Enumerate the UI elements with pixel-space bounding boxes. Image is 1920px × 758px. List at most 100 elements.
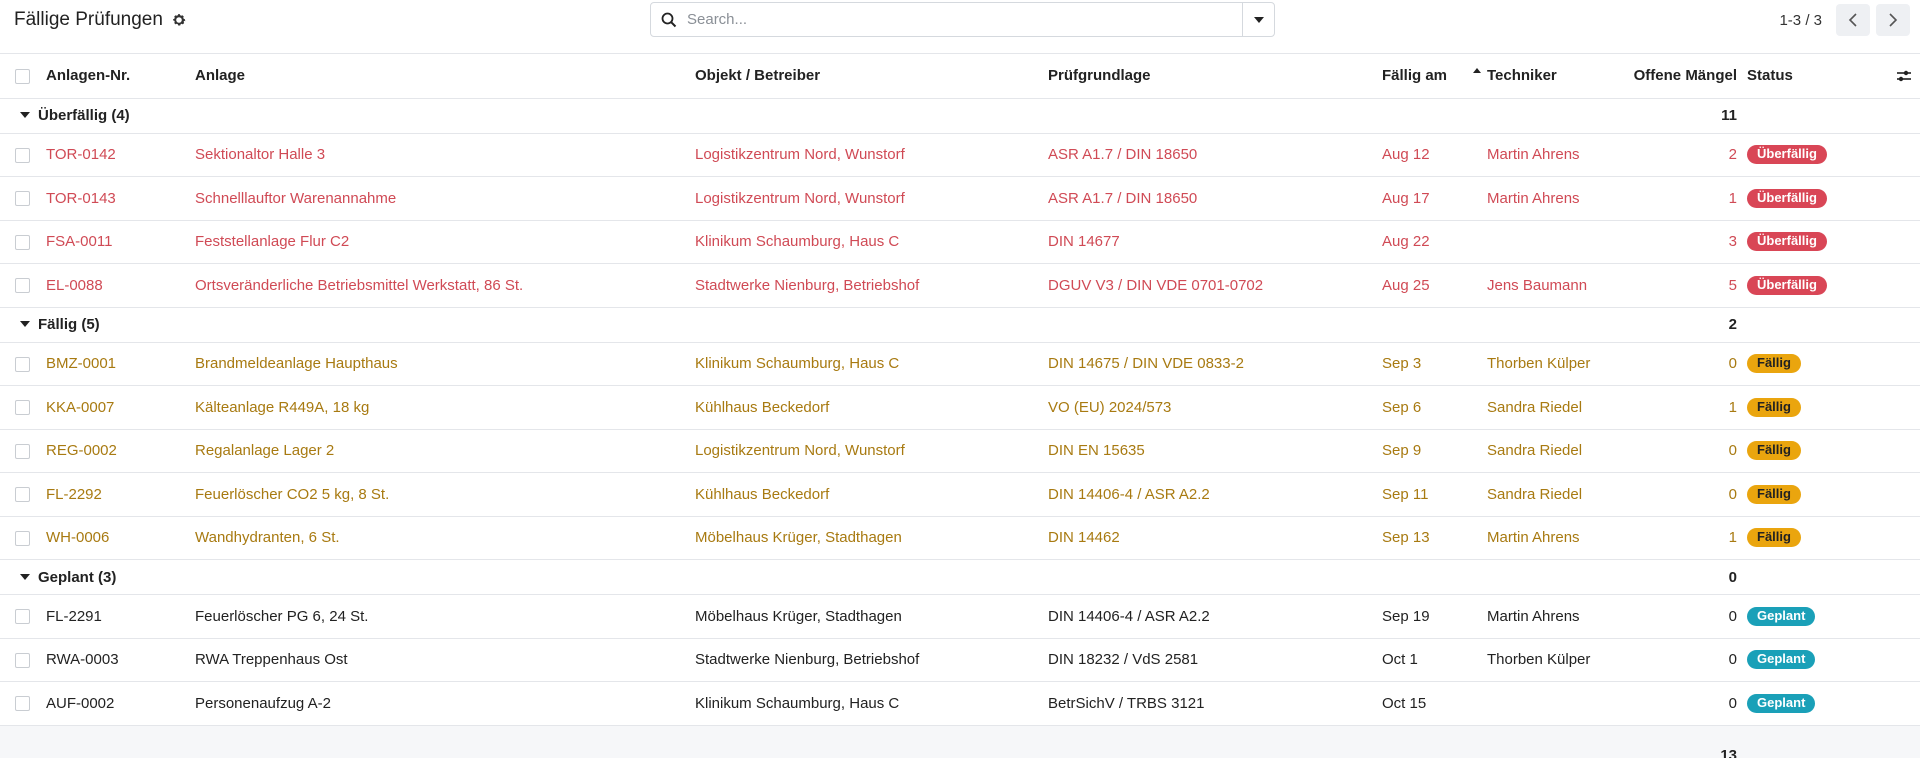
row-checkbox[interactable]: [15, 487, 30, 503]
pager-value[interactable]: 1-3 / 3: [1779, 12, 1822, 29]
pager-next-button[interactable]: [1876, 4, 1910, 36]
cell-due-date: Sep 13: [1382, 516, 1487, 560]
cell-open-defects: 0: [1607, 429, 1747, 473]
cell-site: Logistikzentrum Nord, Wunstorf: [695, 176, 1048, 221]
cell-site: Möbelhaus Krüger, Stadthagen: [695, 516, 1048, 560]
column-header-asset-no[interactable]: Anlagen-Nr.: [46, 54, 195, 99]
row-end-cell: [1857, 638, 1920, 682]
cell-technician: Sandra Riedel: [1487, 429, 1607, 473]
row-checkbox[interactable]: [15, 278, 30, 294]
select-all-checkbox[interactable]: [15, 68, 30, 84]
cell-asset: Brandmeldeanlage Haupthaus: [195, 342, 695, 386]
table-row[interactable]: FL-2292 Feuerlöscher CO2 5 kg, 8 St. Kühlh…: [0, 472, 1920, 517]
table-row[interactable]: WH-0006 Wandhydranten, 6 St. Möbelhaus Krü…: [0, 516, 1920, 560]
table-row[interactable]: FSA-0011 Feststellanlage Flur C2 Klinikum …: [0, 220, 1920, 264]
group-spacer: [1747, 559, 1920, 595]
group-spacer: [1747, 98, 1920, 134]
row-checkbox[interactable]: [15, 234, 30, 250]
column-header-asset[interactable]: Anlage: [195, 54, 695, 99]
cell-basis: DGUV V3 / DIN VDE 0701-0702: [1048, 263, 1382, 308]
group-row[interactable]: Geplant (3) 0: [0, 559, 1920, 595]
group-row[interactable]: Fällig (5) 2: [0, 307, 1920, 343]
group-label-cell: Überfällig (4): [0, 98, 1607, 134]
cell-due-date: Sep 6: [1382, 385, 1487, 430]
cell-open-defects: 2: [1607, 133, 1747, 177]
row-checkbox[interactable]: [15, 400, 30, 416]
cell-basis: DIN 14462: [1048, 516, 1382, 560]
row-end-cell: [1857, 429, 1920, 473]
cell-technician: Sandra Riedel: [1487, 472, 1607, 517]
cell-status: Fällig: [1747, 429, 1857, 473]
sort-ascending-icon: [1473, 68, 1481, 73]
cell-status: Überfällig: [1747, 220, 1857, 264]
control-panel: Fällige Prüfungen 1-3 / 3: [0, 0, 1920, 54]
status-badge: Geplant: [1747, 606, 1816, 626]
cell-basis: DIN 14406-4 / ASR A2.2: [1048, 472, 1382, 517]
cell-open-defects: 5: [1607, 263, 1747, 308]
row-checkbox[interactable]: [15, 356, 30, 372]
cell-asset: Feuerlöscher CO2 5 kg, 8 St.: [195, 472, 695, 517]
cell-status: Fällig: [1747, 516, 1857, 560]
row-checkbox[interactable]: [15, 443, 30, 459]
gear-icon[interactable]: [171, 12, 187, 28]
column-header-due-date[interactable]: Fällig am: [1382, 54, 1487, 99]
column-header-technician[interactable]: Techniker: [1487, 54, 1607, 99]
column-header-basis[interactable]: Prüfgrundlage: [1048, 54, 1382, 99]
cell-site: Kühlhaus Beckedorf: [695, 472, 1048, 517]
cell-basis: ASR A1.7 / DIN 18650: [1048, 176, 1382, 221]
column-header-site[interactable]: Objekt / Betreiber: [695, 54, 1048, 99]
table-row[interactable]: REG-0002 Regalanlage Lager 2 Logistikzentr…: [0, 429, 1920, 473]
pager-previous-button[interactable]: [1836, 4, 1870, 36]
group-label: Fällig (5): [38, 316, 100, 333]
row-select-cell: [0, 472, 46, 517]
caret-down-icon: [20, 112, 30, 119]
search-options-toggle[interactable]: [1242, 3, 1274, 36]
group-row[interactable]: Überfällig (4) 11: [0, 98, 1920, 134]
cell-basis: DIN 14406-4 / ASR A2.2: [1048, 594, 1382, 639]
cell-site: Klinikum Schaumburg, Haus C: [695, 220, 1048, 264]
group-spacer: [1747, 307, 1920, 343]
table-footer-row: 13: [0, 725, 1920, 758]
search-icon[interactable]: [651, 3, 687, 36]
table-row[interactable]: RWA-0003 RWA Treppenhaus Ost Stadtwerke Ni…: [0, 638, 1920, 682]
table-row[interactable]: TOR-0143 Schnelllauftor Warenannahme Logis…: [0, 176, 1920, 221]
row-end-cell: [1857, 385, 1920, 430]
cell-asset: Personenaufzug A-2: [195, 681, 695, 726]
cell-asset: Kälteanlage R449A, 18 kg: [195, 385, 695, 430]
table-row[interactable]: BMZ-0001 Brandmeldeanlage Haupthaus Klinik…: [0, 342, 1920, 386]
row-checkbox[interactable]: [15, 652, 30, 668]
cell-due-date: Sep 9: [1382, 429, 1487, 473]
table-header-row: Anlagen-Nr. Anlage Objekt / Betreiber Pr…: [0, 54, 1920, 99]
cell-asset-no: TOR-0143: [46, 176, 195, 221]
cell-status: Geplant: [1747, 681, 1857, 726]
table-row[interactable]: KKA-0007 Kälteanlage R449A, 18 kg Kühlhaus…: [0, 385, 1920, 430]
row-checkbox[interactable]: [15, 530, 30, 546]
row-checkbox[interactable]: [15, 696, 30, 712]
status-badge: Überfällig: [1747, 232, 1827, 252]
row-select-cell: [0, 638, 46, 682]
status-badge: Fällig: [1747, 354, 1801, 374]
cell-due-date: Sep 19: [1382, 594, 1487, 639]
cell-asset: Sektionaltor Halle 3: [195, 133, 695, 177]
status-badge: Geplant: [1747, 650, 1816, 670]
column-header-open-defects[interactable]: Offene Mängel: [1607, 54, 1747, 99]
cell-asset: Ortsveränderliche Betriebsmittel Werksta…: [195, 263, 695, 308]
cell-basis: ASR A1.7 / DIN 18650: [1048, 133, 1382, 177]
status-badge: Überfällig: [1747, 145, 1827, 165]
status-badge: Überfällig: [1747, 275, 1827, 295]
row-checkbox[interactable]: [15, 609, 30, 625]
row-checkbox[interactable]: [15, 147, 30, 163]
table-row[interactable]: AUF-0002 Personenaufzug A-2 Klinikum Schau…: [0, 681, 1920, 726]
cell-site: Kühlhaus Beckedorf: [695, 385, 1048, 430]
row-select-cell: [0, 263, 46, 308]
search-input[interactable]: [687, 3, 1242, 36]
row-select-cell: [0, 516, 46, 560]
cell-technician: Sandra Riedel: [1487, 385, 1607, 430]
table-row[interactable]: EL-0088 Ortsveränderliche Betriebsmittel …: [0, 263, 1920, 308]
cell-technician: Thorben Külper: [1487, 638, 1607, 682]
table-row[interactable]: FL-2291 Feuerlöscher PG 6, 24 St. Möbelhau…: [0, 594, 1920, 639]
column-settings-icon[interactable]: [1896, 68, 1912, 84]
column-header-status[interactable]: Status: [1747, 54, 1857, 99]
table-row[interactable]: TOR-0142 Sektionaltor Halle 3 Logistikzent…: [0, 133, 1920, 177]
row-checkbox[interactable]: [15, 191, 30, 207]
